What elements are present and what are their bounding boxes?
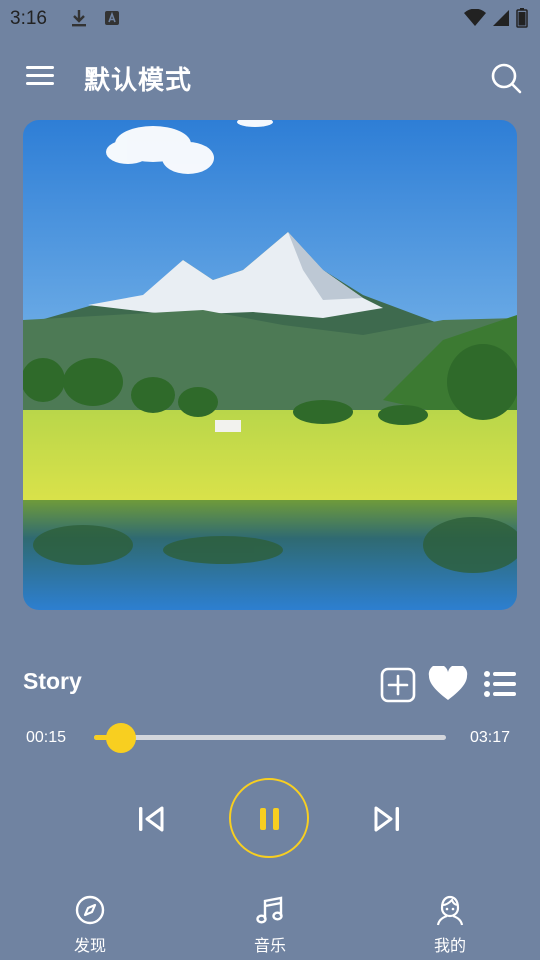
- progress-track[interactable]: [94, 735, 446, 740]
- progress-thumb[interactable]: [105, 723, 136, 753]
- nav-discover[interactable]: 发现: [50, 894, 130, 956]
- skip-next-icon: [372, 806, 402, 838]
- status-icons: [464, 8, 528, 32]
- elapsed-time: 00:15: [26, 729, 67, 746]
- page-title: 默认模式: [84, 66, 193, 96]
- add-to-playlist-button[interactable]: [380, 667, 416, 707]
- next-button[interactable]: [372, 804, 402, 838]
- total-duration: 03:17: [470, 729, 511, 746]
- pause-icon: [258, 807, 282, 835]
- search-button[interactable]: [490, 62, 524, 96]
- nav-mine-label: 我的: [433, 936, 466, 955]
- wifi-icon: [464, 8, 486, 31]
- playlist-button[interactable]: [484, 670, 516, 702]
- signal-icon: [492, 9, 510, 31]
- song-title: Story: [23, 668, 82, 694]
- music-note-icon: [254, 896, 286, 930]
- person-icon: [434, 895, 466, 930]
- download-icon: [70, 8, 88, 32]
- search-icon: [490, 63, 522, 98]
- app-notification-icon: [104, 10, 120, 30]
- battery-icon: [516, 8, 528, 32]
- nav-discover-label: 发现: [73, 936, 106, 955]
- nav-music[interactable]: 音乐: [230, 894, 310, 956]
- album-artwork: [23, 120, 517, 610]
- plus-box-icon: [380, 667, 416, 707]
- list-icon: [484, 671, 516, 702]
- favorite-button[interactable]: [428, 664, 468, 706]
- nav-music-label: 音乐: [253, 936, 286, 955]
- compass-icon: [74, 895, 106, 930]
- heart-icon: [428, 664, 468, 706]
- menu-button[interactable]: [26, 64, 58, 94]
- skip-previous-icon: [136, 806, 166, 838]
- nav-mine[interactable]: 我的: [410, 894, 490, 956]
- play-pause-button[interactable]: [229, 778, 309, 858]
- previous-button[interactable]: [136, 804, 166, 838]
- status-time: 3:16: [10, 8, 47, 29]
- hamburger-icon: [26, 66, 56, 92]
